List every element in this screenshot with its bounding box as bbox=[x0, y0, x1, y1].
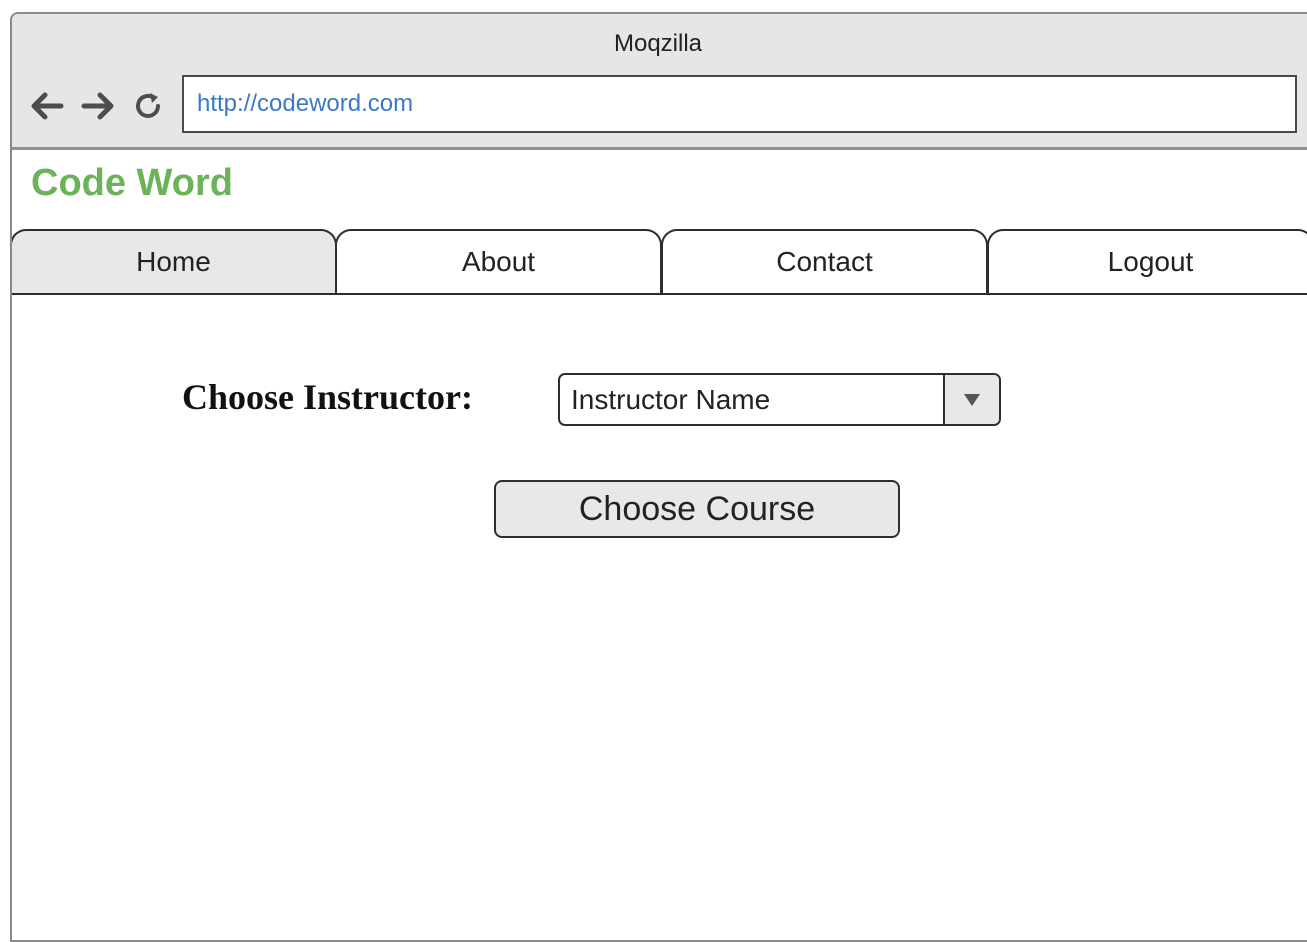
arrow-left-icon bbox=[31, 92, 64, 120]
site-logo: Code Word bbox=[31, 162, 233, 204]
instructor-select-value: Instructor Name bbox=[571, 384, 771, 415]
tab-contact[interactable]: Contact bbox=[661, 229, 988, 293]
address-url: http://codeword.com bbox=[197, 90, 414, 117]
instructor-label: Choose Instructor: bbox=[182, 377, 473, 417]
back-button[interactable] bbox=[27, 86, 67, 126]
forward-button[interactable] bbox=[78, 86, 118, 126]
choose-course-button[interactable]: Choose Course bbox=[494, 480, 900, 538]
browser-window: Moqzilla http://codeword.com Code Word H… bbox=[10, 12, 1307, 942]
tab-bar: Home About Contact Logout bbox=[12, 229, 1307, 295]
tab-about[interactable]: About bbox=[335, 229, 662, 293]
reload-icon bbox=[136, 93, 160, 118]
reload-button[interactable] bbox=[129, 86, 169, 126]
arrow-right-icon bbox=[81, 92, 114, 120]
address-bar[interactable]: http://codeword.com bbox=[182, 75, 1297, 133]
browser-chrome: Moqzilla http://codeword.com bbox=[12, 14, 1307, 150]
tab-logout[interactable]: Logout bbox=[987, 229, 1307, 293]
window-title: Moqzilla bbox=[613, 30, 703, 57]
dropdown-toggle[interactable] bbox=[943, 375, 999, 424]
instructor-select[interactable]: Instructor Name bbox=[558, 373, 1001, 426]
tab-home[interactable]: Home bbox=[12, 229, 337, 293]
chevron-down-icon bbox=[964, 393, 980, 406]
